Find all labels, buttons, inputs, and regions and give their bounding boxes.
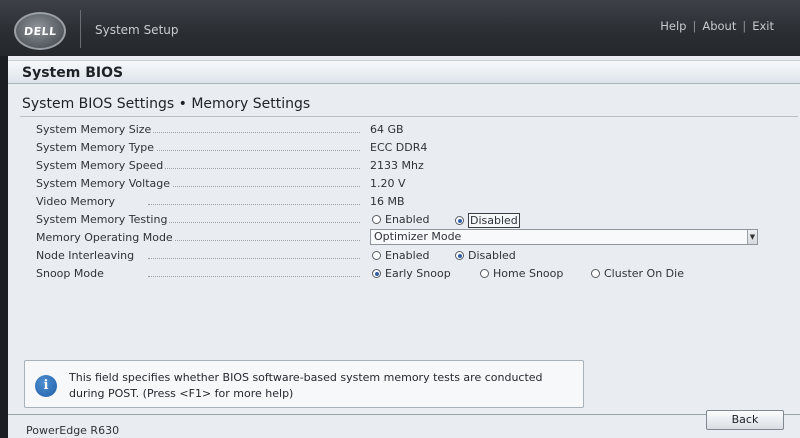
back-button[interactable]: Back [706, 410, 784, 430]
app-title: System Setup [95, 23, 179, 37]
setting-label: Video Memory [36, 195, 118, 208]
radio-circle [591, 269, 600, 278]
setting-row-memory-type: System Memory Type ECC DDR4 [8, 141, 800, 159]
section-title-bar: System BIOS [8, 60, 800, 84]
section-title: System BIOS [22, 65, 124, 81]
about-link[interactable]: About [702, 19, 736, 33]
cluster-on-die-radio[interactable]: Cluster On Die [591, 267, 684, 280]
home-snoop-radio[interactable]: Home Snoop [480, 267, 563, 280]
setting-value: 16 MB [370, 195, 405, 208]
exit-link[interactable]: Exit [752, 19, 774, 33]
setting-label: System Memory Speed [36, 159, 166, 172]
setting-row-operating-mode: Memory Operating Mode Optimizer Mode ▼ [8, 229, 800, 249]
leader-dots [148, 168, 360, 169]
radio-label: Home Snoop [493, 267, 564, 280]
link-separator: | [692, 19, 697, 33]
operating-mode-select[interactable]: Optimizer Mode ▼ [370, 229, 758, 245]
chevron-down-icon[interactable]: ▼ [747, 230, 757, 244]
leader-dots [148, 132, 360, 133]
info-icon: i [35, 375, 57, 397]
radio-circle [480, 269, 489, 278]
main-panel: System BIOS System BIOS Settings • Memor… [8, 56, 800, 438]
help-box: i This field specifies whether BIOS soft… [24, 360, 584, 408]
setting-value: 64 GB [370, 123, 404, 136]
dell-logo: DELL [14, 12, 66, 50]
leader-dots [148, 150, 360, 151]
setting-row-memory-size: System Memory Size 64 GB [8, 123, 800, 141]
help-link[interactable]: Help [660, 19, 686, 33]
leader-dots [148, 258, 360, 259]
leader-dots [148, 186, 360, 187]
radio-label: Cluster On Die [604, 267, 684, 280]
memory-testing-enabled-radio[interactable]: Enabled [372, 213, 429, 226]
page-subtitle: System BIOS Settings • Memory Settings [22, 96, 311, 112]
radio-circle-selected [372, 269, 381, 278]
setting-label: System Memory Voltage [36, 177, 173, 190]
footer-divider [8, 414, 800, 415]
radio-circle [372, 215, 381, 224]
radio-circle [372, 251, 381, 260]
subtitle-divider [20, 116, 798, 117]
radio-label: Enabled [385, 249, 430, 262]
setting-row-snoop-mode: Snoop Mode Early Snoop Home Snoop Cluste… [8, 267, 800, 285]
setting-value: 1.20 V [370, 177, 406, 190]
system-model: PowerEdge R630 [26, 424, 120, 437]
setting-row-node-interleaving: Node Interleaving Enabled Disabled [8, 249, 800, 267]
help-text-line: This field specifies whether BIOS softwa… [69, 371, 543, 384]
radio-label: Disabled [468, 249, 516, 262]
radio-circle-selected [455, 251, 464, 260]
help-text-line: during POST. (Press <F1> for more help) [69, 387, 294, 400]
logo-text: DELL [22, 24, 58, 38]
leader-dots [148, 240, 360, 241]
node-interleaving-disabled-radio[interactable]: Disabled [455, 249, 516, 262]
leader-dots [148, 204, 360, 205]
select-value: Optimizer Mode [374, 230, 462, 243]
leader-dots [148, 222, 360, 223]
setting-label: Node Interleaving [36, 249, 137, 262]
setting-label: System Memory Testing [36, 213, 170, 226]
node-interleaving-enabled-radio[interactable]: Enabled [372, 249, 429, 262]
header-divider [80, 10, 81, 48]
header-links: Help | About | Exit [660, 19, 774, 33]
setting-row-memory-voltage: System Memory Voltage 1.20 V [8, 177, 800, 195]
help-text: This field specifies whether BIOS softwa… [69, 370, 569, 402]
leader-dots [148, 276, 360, 277]
radio-label: Enabled [385, 213, 430, 226]
setting-label: Memory Operating Mode [36, 231, 175, 244]
radio-label: Disabled [468, 213, 520, 228]
link-separator: | [742, 19, 747, 33]
memory-testing-disabled-radio[interactable]: Disabled [455, 213, 520, 228]
setting-label: Snoop Mode [36, 267, 106, 280]
setting-row-video-memory: Video Memory 16 MB [8, 195, 800, 213]
setting-row-memory-speed: System Memory Speed 2133 Mhz [8, 159, 800, 177]
setting-label: System Memory Type [36, 141, 157, 154]
header-bar: DELL System Setup Help | About | Exit [0, 0, 800, 56]
setting-value: ECC DDR4 [370, 141, 428, 154]
setting-value: 2133 Mhz [370, 159, 424, 172]
radio-label: Early Snoop [385, 267, 451, 280]
setting-label: System Memory Size [36, 123, 154, 136]
radio-circle-selected [455, 216, 464, 225]
early-snoop-radio[interactable]: Early Snoop [372, 267, 451, 280]
